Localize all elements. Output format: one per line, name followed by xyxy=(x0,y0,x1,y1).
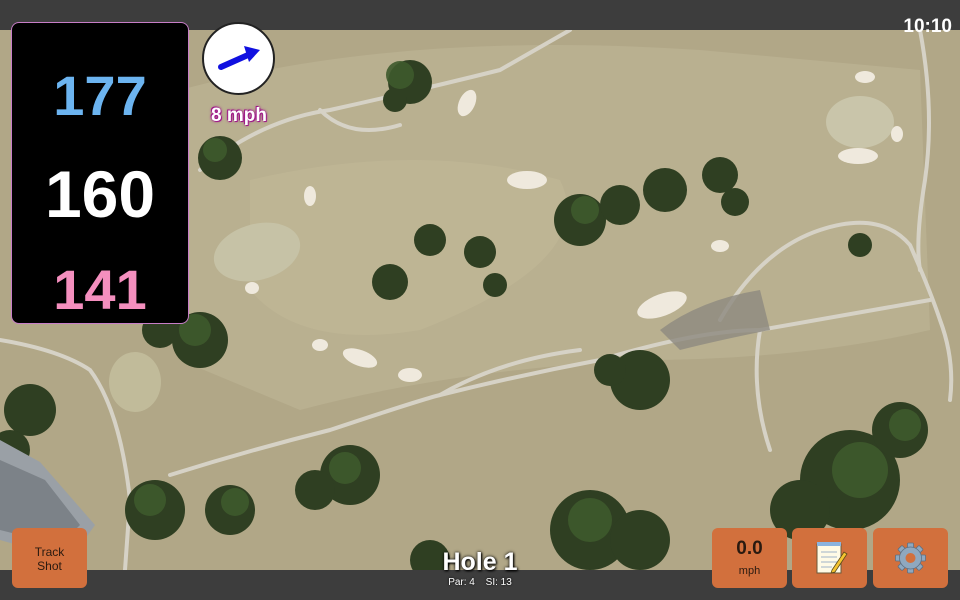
notes-button[interactable] xyxy=(792,528,867,588)
settings-button[interactable] xyxy=(873,528,948,588)
hole-info: Par: 4 SI: 13 xyxy=(380,577,580,588)
notepad-icon xyxy=(816,542,848,574)
wind-speed-label: 8 mph xyxy=(211,105,267,126)
arrow-right-icon xyxy=(218,46,260,70)
hole-title: Hole 1 xyxy=(442,548,518,576)
gear-icon xyxy=(895,542,926,574)
hole-stroke-index: SI: 13 xyxy=(485,577,512,588)
speed-button[interactable]: 0.0 mph xyxy=(712,528,787,588)
track-shot-label-line2: Shot xyxy=(37,559,62,573)
track-shot-label-line1: Track xyxy=(34,545,65,559)
hole-par: Par: 4 xyxy=(448,577,475,588)
yardage-panel: 177 160 141 xyxy=(11,22,189,324)
back-yardage: 177 xyxy=(53,64,147,127)
front-yardage: 141 xyxy=(53,258,147,321)
clock: 10:10 xyxy=(903,16,952,37)
wind-indicator xyxy=(202,22,275,95)
speed-unit: mph xyxy=(738,565,761,577)
track-shot-button[interactable]: Track Shot xyxy=(12,528,87,588)
middle-yardage: 160 xyxy=(44,157,156,231)
speed-value: 0.0 xyxy=(736,538,763,559)
